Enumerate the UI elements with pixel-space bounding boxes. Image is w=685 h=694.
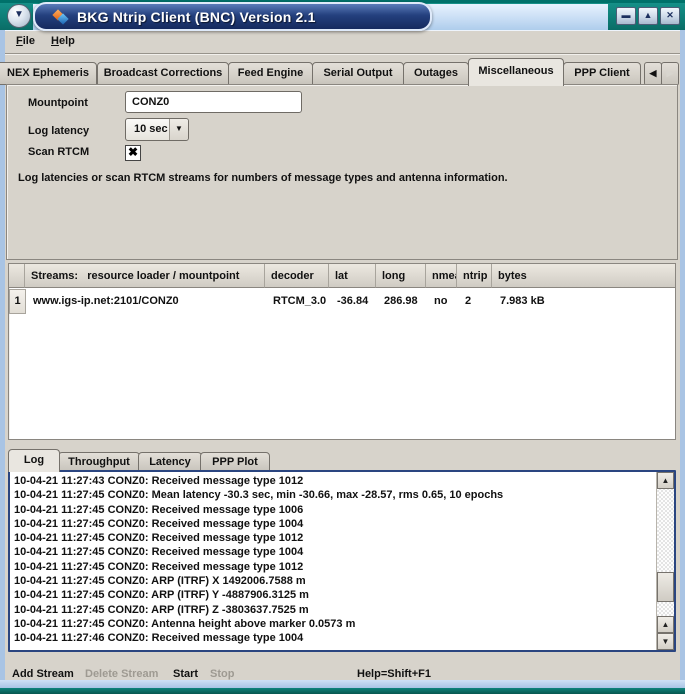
stop-button[interactable]: Stop: [210, 665, 234, 683]
menu-file[interactable]: File: [10, 33, 41, 49]
header-long[interactable]: long: [376, 264, 426, 288]
arrow-left-icon: ◀: [650, 68, 657, 78]
maximize-button[interactable]: ▲: [638, 7, 658, 25]
tab-rinex-ephemeris[interactable]: NEX Ephemeris: [0, 62, 97, 85]
menu-help[interactable]: Help: [45, 33, 81, 49]
arrow-up-icon: ▲: [662, 476, 670, 485]
log-latency-select[interactable]: 10 sec ▼: [125, 118, 189, 141]
header-ntrip[interactable]: ntrip: [457, 264, 492, 288]
tab-outages[interactable]: Outages: [403, 62, 469, 85]
app-icon: [53, 9, 69, 25]
help-shortcut-label: Help=Shift+F1: [357, 665, 431, 683]
tab-miscellaneous[interactable]: Miscellaneous: [468, 58, 564, 86]
log-line: 10-04-21 11:27:45 CONZ0: Received messag…: [14, 531, 652, 545]
chevron-down-icon: ▼: [14, 9, 24, 20]
scrollbar-thumb[interactable]: [657, 572, 674, 602]
window-title: BKG Ntrip Client (BNC) Version 2.1: [77, 9, 316, 25]
combo-arrow-box: ▼: [169, 119, 188, 140]
header-lat[interactable]: lat: [329, 264, 376, 288]
menubar: File Help: [5, 30, 680, 54]
minimize-button[interactable]: ▬: [616, 7, 636, 25]
log-line: 10-04-21 11:27:45 CONZ0: ARP (ITRF) X 14…: [14, 574, 652, 588]
arrow-up-icon: ▲: [662, 620, 670, 629]
bnc-window: ▼ BKG Ntrip Client (BNC) Version 2.1 ▬ ▲…: [0, 0, 685, 694]
log-scrollbar[interactable]: ▲ ▲ ▼: [656, 472, 674, 650]
corner-header-cell: [9, 264, 25, 288]
mountpoint-input[interactable]: [125, 91, 302, 113]
log-latency-value: 10 sec: [126, 119, 169, 140]
tab-ppp-client[interactable]: PPP Client: [563, 62, 641, 85]
start-button[interactable]: Start: [173, 665, 198, 683]
cell-nmea: no: [427, 289, 458, 313]
streams-table-header-row: Streams: resource loader / mountpoint de…: [9, 264, 675, 288]
log-output[interactable]: 10-04-21 11:27:43 CONZ0: Received messag…: [8, 470, 676, 652]
maximize-icon: ▲: [644, 10, 653, 20]
cell-long: 286.98: [377, 289, 427, 313]
log-line: 10-04-21 11:27:46 CONZ0: Received messag…: [14, 631, 652, 645]
log-latency-label: Log latency: [28, 125, 89, 137]
panel-description: Log latencies or scan RTCM streams for n…: [18, 172, 508, 184]
header-nmea[interactable]: nmea: [426, 264, 457, 288]
window-border-bottom: [0, 688, 685, 694]
streams-table: Streams: resource loader / mountpoint de…: [8, 263, 676, 440]
tab-latency[interactable]: Latency: [138, 452, 202, 472]
table-row[interactable]: www.igs-ip.net:2101/CONZ0 RTCM_3.0 -36.8…: [9, 289, 675, 313]
log-line: 10-04-21 11:27:45 CONZ0: Received messag…: [14, 503, 652, 517]
tab-ppp-plot[interactable]: PPP Plot: [200, 452, 270, 472]
arrow-right-icon: ▶: [667, 68, 674, 78]
log-line: 10-04-21 11:27:43 CONZ0: Received messag…: [14, 474, 652, 488]
checkbox-checked-icon: ✖: [128, 145, 138, 159]
header-streams[interactable]: Streams: resource loader / mountpoint: [25, 264, 265, 288]
close-icon: ✕: [666, 10, 674, 20]
cell-bytes: 7.983 kB: [493, 289, 675, 313]
close-button[interactable]: ✕: [660, 7, 680, 25]
tab-scroll-left-button[interactable]: ◀: [644, 62, 662, 86]
caption-pill[interactable]: BKG Ntrip Client (BNC) Version 2.1: [33, 2, 432, 31]
log-line: 10-04-21 11:27:45 CONZ0: Received messag…: [14, 545, 652, 559]
log-line: 10-04-21 11:27:45 CONZ0: Received messag…: [14, 560, 652, 574]
log-line: 10-04-21 11:27:45 CONZ0: ARP (ITRF) Y -4…: [14, 588, 652, 602]
tab-broadcast-corrections[interactable]: Broadcast Corrections: [97, 62, 229, 85]
scroll-down-button[interactable]: ▼: [657, 633, 674, 650]
tab-feed-engine[interactable]: Feed Engine: [228, 62, 313, 85]
log-line: 10-04-21 11:27:45 CONZ0: Received messag…: [14, 517, 652, 531]
header-bytes[interactable]: bytes: [492, 264, 675, 288]
arrow-down-icon: ▼: [662, 637, 670, 646]
window-menu-button[interactable]: ▼: [7, 4, 31, 28]
header-decoder[interactable]: decoder: [265, 264, 329, 288]
log-line: 10-04-21 11:27:45 CONZ0: Antenna height …: [14, 617, 652, 631]
cell-mountpoint: www.igs-ip.net:2101/CONZ0: [26, 289, 266, 313]
log-line: 10-04-21 11:27:45 CONZ0: ARP (ITRF) Z -3…: [14, 603, 652, 617]
log-lines: 10-04-21 11:27:43 CONZ0: Received messag…: [14, 474, 652, 648]
tab-throughput[interactable]: Throughput: [58, 452, 140, 472]
log-line: 10-04-21 11:27:45 CONZ0: Mean latency -3…: [14, 488, 652, 502]
scan-rtcm-label: Scan RTCM: [28, 146, 89, 158]
delete-stream-button[interactable]: Delete Stream: [85, 665, 158, 683]
mountpoint-label: Mountpoint: [28, 97, 88, 109]
chevron-down-icon: ▼: [175, 124, 183, 133]
tab-log[interactable]: Log: [8, 449, 60, 472]
add-stream-button[interactable]: Add Stream: [12, 665, 74, 683]
cell-ntrip: 2: [458, 289, 493, 313]
cell-lat: -36.84: [330, 289, 377, 313]
scan-rtcm-checkbox[interactable]: ✖: [125, 145, 141, 161]
scroll-up-button[interactable]: ▲: [657, 472, 674, 489]
cell-decoder: RTCM_3.0: [266, 289, 330, 313]
minimize-icon: ▬: [622, 10, 631, 20]
tab-serial-output[interactable]: Serial Output: [312, 62, 404, 85]
scroll-up-button-bottom[interactable]: ▲: [657, 616, 674, 633]
tab-scroll-right-button[interactable]: ▶: [661, 62, 679, 86]
